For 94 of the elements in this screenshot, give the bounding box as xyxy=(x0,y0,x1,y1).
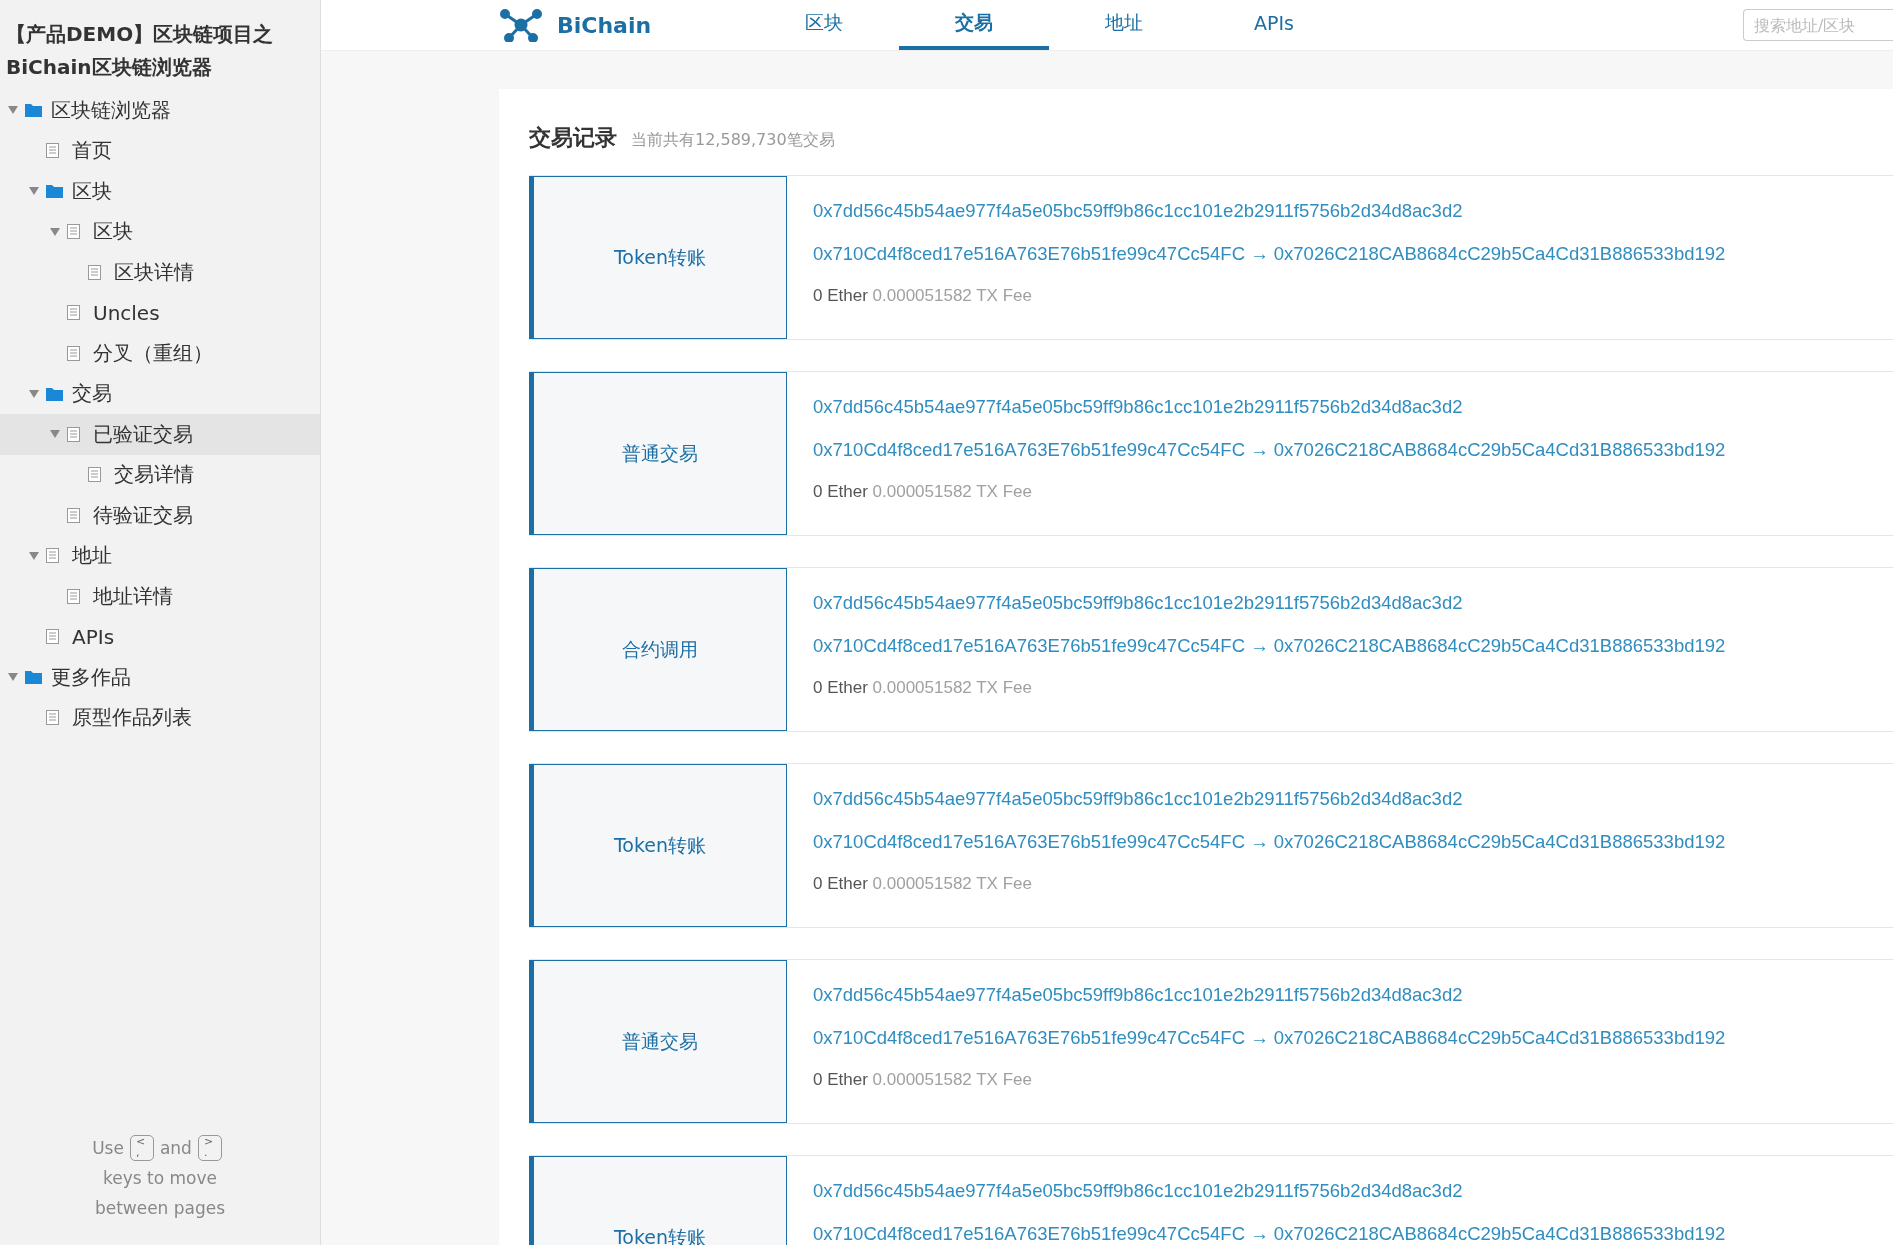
from-address-link[interactable]: 0x710Cd4f8ced17e516A763E76b51fe99c47Cc54FC xyxy=(813,635,1245,656)
transaction-type-button[interactable]: 普通交易 xyxy=(529,960,787,1123)
transaction-hash-link[interactable]: 0x7dd56c45b54ae977f4a5e05bc59ff9b86c1cc101e2b2911f5756b2d34d8ac3d2 xyxy=(813,200,1726,222)
amount-text: 0 Ether xyxy=(813,874,868,893)
from-address-link[interactable]: 0x710Cd4f8ced17e516A763E76b51fe99c47Cc54FC xyxy=(813,831,1245,852)
key-cap: > . xyxy=(197,1135,222,1161)
nav-tab[interactable]: APIs xyxy=(1199,0,1349,50)
transaction-type-button[interactable]: 普通交易 xyxy=(529,372,787,535)
tree-item[interactable]: 区块 xyxy=(0,211,320,252)
page-icon xyxy=(67,224,80,240)
tree-item[interactable]: 区块详情 xyxy=(0,252,320,293)
page-icon xyxy=(67,588,80,604)
page-icon xyxy=(46,629,59,645)
section-title: 交易记录 xyxy=(529,124,617,152)
to-address-link[interactable]: 0x7026C218CAB8684cC29b5Ca4Cd31B886533bd192 xyxy=(1273,439,1726,460)
nav-tab[interactable]: 区块 xyxy=(749,0,899,50)
page-icon xyxy=(88,264,101,280)
folder-icon xyxy=(25,103,42,118)
transaction-hash-link[interactable]: 0x7dd56c45b54ae977f4a5e05bc59ff9b86c1cc101e2b2911f5756b2d34d8ac3d2 xyxy=(813,984,1726,1006)
expanded-caret-icon[interactable] xyxy=(7,106,18,115)
tree-item[interactable]: 地址详情 xyxy=(0,576,320,617)
from-address-link[interactable]: 0x710Cd4f8ced17e516A763E76b51fe99c47Cc54FC xyxy=(813,439,1245,460)
tree-item[interactable]: APIs xyxy=(0,616,320,657)
tree-item[interactable]: Uncles xyxy=(0,292,320,333)
page-icon xyxy=(46,710,59,726)
transaction-hash-link[interactable]: 0x7dd56c45b54ae977f4a5e05bc59ff9b86c1cc101e2b2911f5756b2d34d8ac3d2 xyxy=(813,396,1726,418)
to-address-link[interactable]: 0x7026C218CAB8684cC29b5Ca4Cd31B886533bd192 xyxy=(1273,243,1726,264)
fee-text: 0.000051582 TX Fee xyxy=(872,874,1032,893)
fee-text: 0.000051582 TX Fee xyxy=(872,482,1032,501)
tree-item[interactable]: 分叉（重组） xyxy=(0,333,320,374)
transaction-type-button[interactable]: Token转账 xyxy=(529,176,787,339)
from-address-link[interactable]: 0x710Cd4f8ced17e516A763E76b51fe99c47Cc54FC xyxy=(813,1027,1245,1048)
from-address-link[interactable]: 0x710Cd4f8ced17e516A763E76b51fe99c47Cc54FC xyxy=(813,243,1245,264)
tree-item[interactable]: 交易详情 xyxy=(0,454,320,495)
page-icon xyxy=(67,305,80,321)
sidebar-title: BiChain区块链浏览器 xyxy=(6,54,213,81)
to-address-link[interactable]: 0x7026C218CAB8684cC29b5Ca4Cd31B886533bd192 xyxy=(1273,1027,1726,1048)
tree-item[interactable]: 区块 xyxy=(0,171,320,212)
transaction-hash-link[interactable]: 0x7dd56c45b54ae977f4a5e05bc59ff9b86c1cc101e2b2911f5756b2d34d8ac3d2 xyxy=(813,1180,1726,1202)
arrow-text: → xyxy=(1250,1027,1269,1048)
nav-tab[interactable]: 交易 xyxy=(899,0,1049,50)
folder-icon xyxy=(25,670,42,685)
fee-text: 0.000051582 TX Fee xyxy=(872,678,1032,697)
transaction-hash-link[interactable]: 0x7dd56c45b54ae977f4a5e05bc59ff9b86c1cc101e2b2911f5756b2d34d8ac3d2 xyxy=(813,592,1726,614)
expanded-caret-icon[interactable] xyxy=(28,551,39,560)
tree-item[interactable]: 已验证交易 xyxy=(0,414,320,455)
hint-text: keys to move between pages xyxy=(93,1167,227,1220)
arrow-text: → xyxy=(1250,831,1269,852)
page-icon xyxy=(67,345,80,361)
arrow-text: → xyxy=(1250,1223,1269,1244)
tree-item[interactable]: 待验证交易 xyxy=(0,495,320,536)
expanded-caret-icon[interactable] xyxy=(49,430,60,439)
tree-item[interactable]: 更多作品 xyxy=(0,657,320,698)
tree-item[interactable]: 首页 xyxy=(0,130,320,171)
page-icon xyxy=(46,548,59,564)
page-icon xyxy=(46,143,59,159)
key-cap: < , xyxy=(129,1135,154,1161)
transaction-type-button[interactable]: 合约调用 xyxy=(529,568,787,731)
expanded-caret-icon[interactable] xyxy=(28,187,39,196)
expanded-caret-icon[interactable] xyxy=(28,389,39,398)
arrow-text: → xyxy=(1250,243,1269,264)
from-address-link[interactable]: 0x710Cd4f8ced17e516A763E76b51fe99c47Cc54FC xyxy=(813,1223,1245,1244)
fee-text: 0.000051582 TX Fee xyxy=(872,1070,1032,1089)
to-address-link[interactable]: 0x7026C218CAB8684cC29b5Ca4Cd31B886533bd192 xyxy=(1273,635,1726,656)
page-icon xyxy=(67,426,80,442)
arrow-text: → xyxy=(1250,635,1269,656)
hint-text: and xyxy=(159,1137,192,1160)
expanded-caret-icon[interactable] xyxy=(7,673,18,682)
to-address-link[interactable]: 0x7026C218CAB8684cC29b5Ca4Cd31B886533bd192 xyxy=(1273,1223,1726,1244)
amount-text: 0 Ether xyxy=(813,1070,868,1089)
nav-tab[interactable]: 地址 xyxy=(1049,0,1199,50)
network-logo-icon xyxy=(499,8,543,42)
transaction-count: 当前共有12,589,730笔交易 xyxy=(631,130,835,151)
amount-text: 0 Ether xyxy=(813,286,868,305)
tree-item[interactable]: 地址 xyxy=(0,535,320,576)
hint-text: Use xyxy=(92,1137,124,1160)
expanded-caret-icon[interactable] xyxy=(49,227,60,236)
arrow-text: → xyxy=(1250,439,1269,460)
transaction-type-button[interactable]: Token转账 xyxy=(529,764,787,927)
to-address-link[interactable]: 0x7026C218CAB8684cC29b5Ca4Cd31B886533bd192 xyxy=(1273,831,1726,852)
page-icon xyxy=(67,507,80,523)
tree-item[interactable]: 交易 xyxy=(0,373,320,414)
tree-item[interactable]: 区块链浏览器 xyxy=(0,90,320,131)
folder-icon xyxy=(46,184,63,199)
sidebar-title: 【产品DEMO】区块链项目之 xyxy=(6,21,275,48)
fee-text: 0.000051582 TX Fee xyxy=(872,286,1032,305)
folder-icon xyxy=(46,386,63,401)
search-field[interactable]: 搜索地址/区块 xyxy=(1743,9,1893,41)
transaction-hash-link[interactable]: 0x7dd56c45b54ae977f4a5e05bc59ff9b86c1cc101e2b2911f5756b2d34d8ac3d2 xyxy=(813,788,1726,810)
logo-text: BiChain xyxy=(557,12,652,38)
amount-text: 0 Ether xyxy=(813,678,868,697)
tree-item[interactable]: 原型作品列表 xyxy=(0,697,320,738)
page-icon xyxy=(88,467,101,483)
amount-text: 0 Ether xyxy=(813,482,868,501)
